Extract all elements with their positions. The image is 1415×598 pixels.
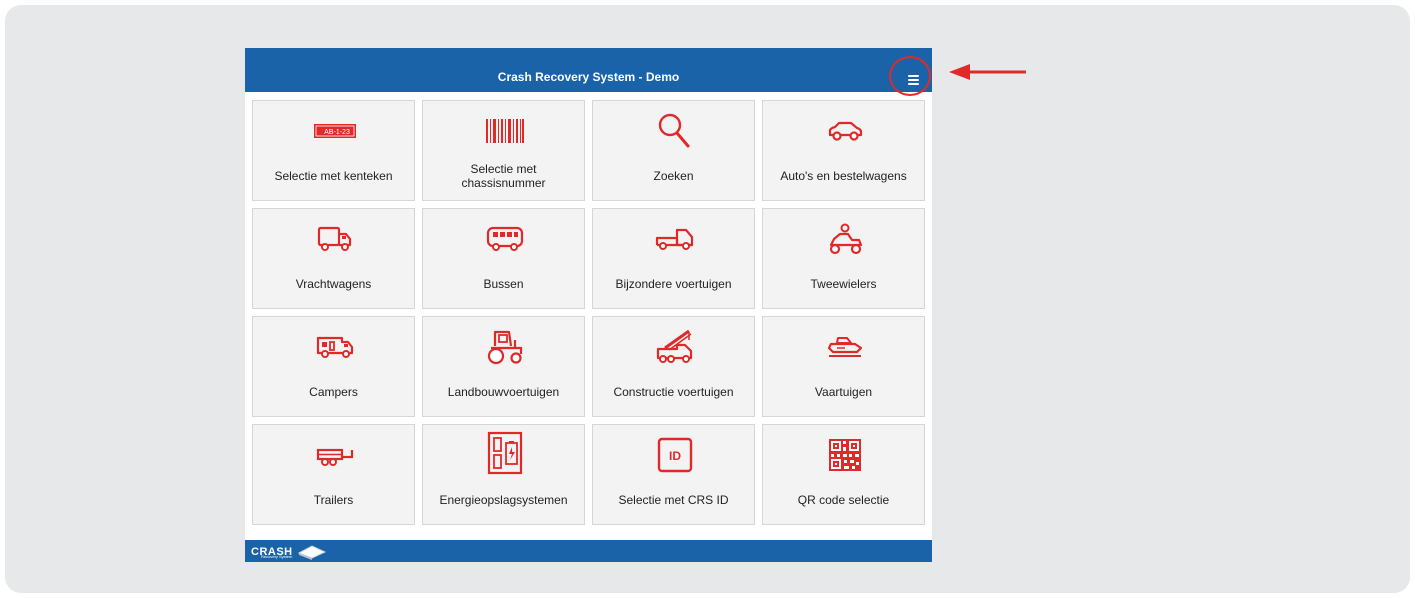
tile-energieopslagsystemen[interactable]: Energieopslagsystemen <box>422 424 585 525</box>
tile-trailers[interactable]: Trailers <box>252 424 415 525</box>
search-icon <box>593 109 756 153</box>
tile-label: Vaartuigen <box>814 385 873 399</box>
tile-selectie-chassisnummer[interactable]: Selectie met chassisnummer <box>422 100 585 201</box>
tile-label: Zoeken <box>653 169 694 183</box>
tile-landbouwvoertuigen[interactable]: Landbouwvoertuigen <box>422 316 585 417</box>
camper-icon <box>253 325 416 369</box>
tile-qr-code-selectie[interactable]: QR code selectie <box>762 424 925 525</box>
tile-label: QR code selectie <box>797 493 890 507</box>
diamond-logo-icon <box>297 545 326 560</box>
tile-campers[interactable]: Campers <box>252 316 415 417</box>
tile-label: Bijzondere voertuigen <box>615 277 732 291</box>
tile-selectie-kenteken[interactable]: AB-1-23 Selectie met kenteken <box>252 100 415 201</box>
bus-icon <box>423 217 586 261</box>
truck-icon <box>253 217 416 261</box>
annotation-arrow-icon <box>949 64 1026 80</box>
tile-label: Campers <box>309 385 358 399</box>
battery-storage-icon <box>423 429 586 477</box>
id-text: ID <box>669 449 681 463</box>
tile-constructie-voertuigen[interactable]: Constructie voertuigen <box>592 316 755 417</box>
tile-label: Selectie met kenteken <box>274 169 393 183</box>
header-bar: Crash Recovery System - Demo <box>245 48 932 92</box>
trailer-icon <box>253 433 416 477</box>
car-icon <box>763 109 926 153</box>
crash-logo: CRASH Recovery System <box>251 543 327 560</box>
special-vehicle-icon <box>593 217 756 261</box>
tile-label: Tweewielers <box>810 277 877 291</box>
tile-label: Landbouwvoertuigen <box>447 385 560 399</box>
tile-label: Energieopslagsystemen <box>439 493 568 507</box>
license-plate-icon: AB-1-23 <box>253 109 416 153</box>
motorcycle-icon <box>763 217 926 261</box>
footer-bar: CRASH Recovery System <box>245 540 932 562</box>
tile-autos-bestelwagens[interactable]: Auto's en bestelwagens <box>762 100 925 201</box>
tile-vaartuigen[interactable]: Vaartuigen <box>762 316 925 417</box>
tile-label: Auto's en bestelwagens <box>780 169 907 183</box>
crane-truck-icon <box>593 325 756 369</box>
tile-label: Selectie met chassisnummer <box>461 162 546 190</box>
tile-tweewielers[interactable]: Tweewielers <box>762 208 925 309</box>
tile-label: Trailers <box>313 493 354 507</box>
tile-bijzondere-voertuigen[interactable]: Bijzondere voertuigen <box>592 208 755 309</box>
tile-bussen[interactable]: Bussen <box>422 208 585 309</box>
app-title: Crash Recovery System - Demo <box>497 70 680 84</box>
tile-vrachtwagens[interactable]: Vrachtwagens <box>252 208 415 309</box>
id-icon: ID <box>593 433 756 477</box>
logo-subtext: Recovery System <box>261 554 293 559</box>
qr-code-icon <box>763 433 926 477</box>
menu-highlight-circle <box>889 56 931 96</box>
tile-label: Vrachtwagens <box>295 277 372 291</box>
boat-icon <box>763 325 926 369</box>
tile-label: Bussen <box>483 277 524 291</box>
barcode-icon <box>423 109 586 153</box>
tractor-icon <box>423 325 586 369</box>
tile-selectie-crs-id[interactable]: ID Selectie met CRS ID <box>592 424 755 525</box>
tile-label: Selectie met CRS ID <box>618 493 729 507</box>
tile-zoeken[interactable]: Zoeken <box>592 100 755 201</box>
tile-label: Constructie voertuigen <box>613 385 734 399</box>
plate-text: AB-1-23 <box>324 129 350 136</box>
app-window: Crash Recovery System - Demo AB-1-23 Sel… <box>245 48 932 562</box>
